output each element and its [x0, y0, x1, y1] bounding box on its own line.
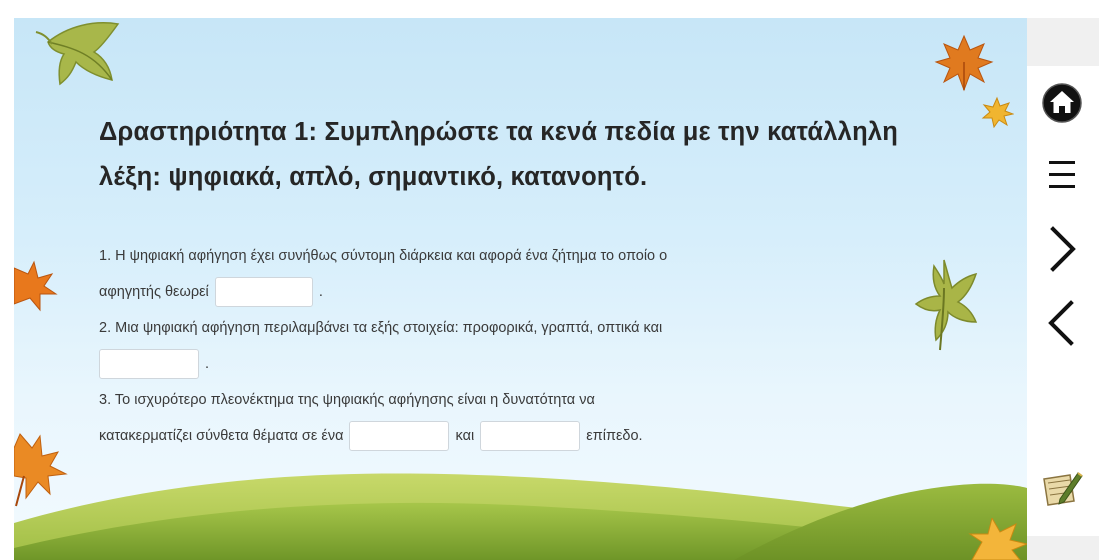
question-2-period: .	[205, 356, 210, 372]
question-1-period: .	[318, 284, 323, 300]
screen: Δραστηριότητα 1: Συμπληρώστε τα κενά πεδ…	[0, 0, 1099, 560]
question-2-text: 2. Μια ψηφιακή αφήγηση περιλαμβάνει τα ε…	[99, 320, 663, 336]
question-2-line-2: .	[99, 346, 939, 382]
previous-icon	[1048, 300, 1074, 346]
orange-leaf-bottom-left-decoration	[14, 433, 68, 507]
blank-input-2[interactable]	[99, 349, 199, 380]
question-3-line-1: 3. Το ισχυρότερο πλεονέκτημα της ψηφιακή…	[99, 382, 939, 418]
menu-button[interactable]	[1033, 150, 1091, 200]
blank-input-1[interactable]	[214, 277, 313, 308]
question-1-text-continued: αφηγητής θεωρεί	[99, 284, 209, 300]
home-button[interactable]	[1033, 78, 1091, 128]
question-1-line-1: 1. Η ψηφιακή αφήγηση έχει συνήθως σύντομ…	[99, 238, 939, 274]
side-navigation-panel	[1027, 66, 1099, 536]
question-3-conjunction: και	[455, 428, 475, 444]
blank-input-4[interactable]	[480, 421, 581, 452]
question-3-end-text: επίπεδο.	[586, 428, 643, 444]
orange-leaf-top-right-decoration	[934, 34, 994, 92]
green-leaf-top-left-decoration	[35, 22, 120, 86]
question-2-line-1: 2. Μια ψηφιακή αφήγηση περιλαμβάνει τα ε…	[99, 310, 939, 346]
previous-button[interactable]	[1033, 298, 1091, 348]
question-3-text-continued: κατακερματίζει σύνθετα θέματα σε ένα	[99, 428, 344, 444]
fill-in-the-blanks-exercise: 1. Η ψηφιακή αφήγηση έχει συνήθως σύντομ…	[99, 238, 939, 454]
question-1-text: 1. Η ψηφιακή αφήγηση έχει συνήθως σύντομ…	[99, 248, 668, 264]
question-1-line-2: αφηγητής θεωρεί .	[99, 274, 939, 310]
question-3-text: 3. Το ισχυρότερο πλεονέκτημα της ψηφιακή…	[99, 392, 595, 408]
home-icon	[1042, 83, 1082, 123]
activity-panel: Δραστηριότητα 1: Συμπληρώστε τα κενά πεδ…	[14, 18, 1027, 560]
orange-leaf-left-decoration	[14, 260, 58, 312]
yellow-leaf-small-decoration	[981, 96, 1014, 128]
blank-input-3[interactable]	[349, 421, 450, 452]
question-3-line-2: κατακερματίζει σύνθετα θέματα σε ένα και…	[99, 418, 939, 454]
yellow-leaf-bottom-right-decoration	[968, 518, 1027, 560]
notes-button[interactable]	[1033, 464, 1091, 514]
menu-icon	[1049, 161, 1075, 188]
next-icon	[1050, 226, 1076, 272]
next-button[interactable]	[1033, 224, 1091, 274]
notes-icon	[1043, 472, 1083, 506]
side-navigation-bar	[1027, 18, 1099, 560]
activity-title: Δραστηριότητα 1: Συμπληρώστε τα κενά πεδ…	[99, 118, 899, 191]
